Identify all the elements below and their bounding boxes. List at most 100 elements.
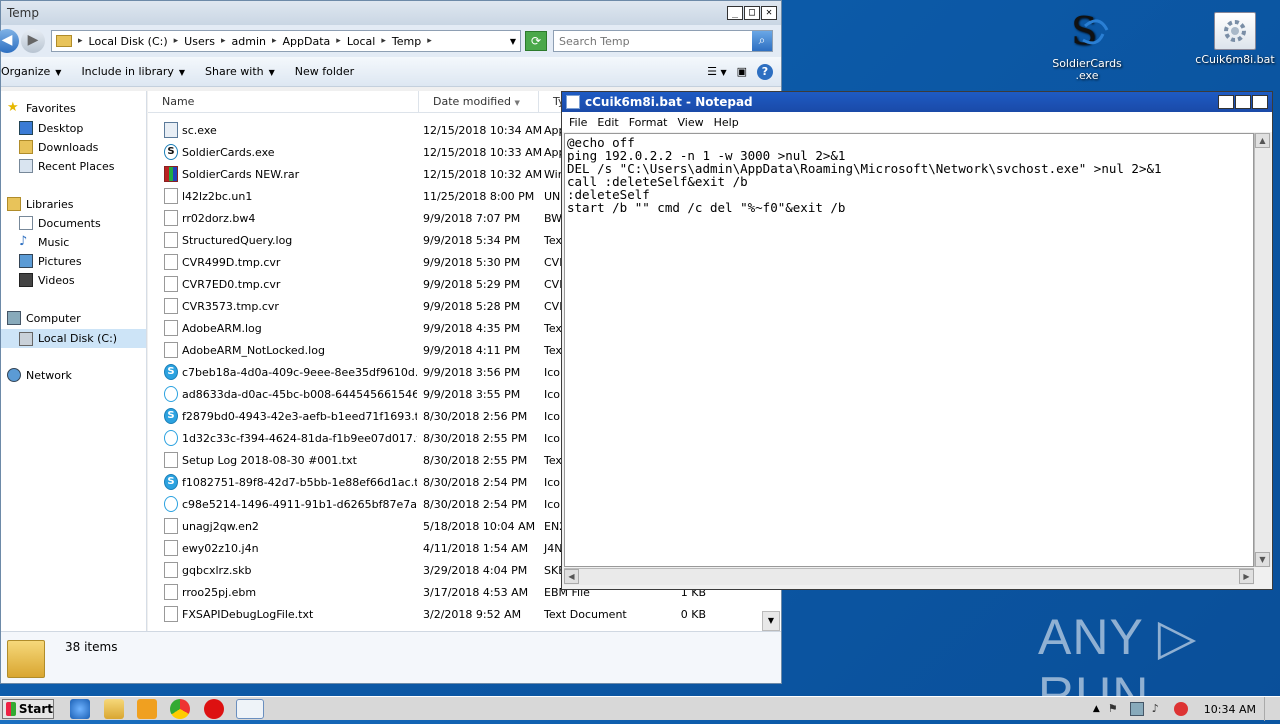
organize-menu[interactable]: Organize ▼ [1, 65, 61, 78]
file-date: 9/9/2018 5:30 PM [423, 255, 521, 269]
maximize-button[interactable]: □ [744, 6, 760, 20]
minimize-button[interactable]: _ [727, 6, 743, 20]
nav-local-disk[interactable]: Local Disk (C:) [1, 329, 146, 348]
editor-content[interactable]: @echo off ping 192.0.2.2 -n 1 -w 3000 >n… [565, 134, 1253, 216]
new-folder-label: New folder [294, 65, 355, 78]
breadcrumb-item[interactable]: Temp [392, 35, 421, 48]
nav-downloads[interactable]: Downloads [19, 140, 98, 154]
notepad-titlebar[interactable]: cCuik6m8i.bat - Notepad _ □ ✕ [562, 92, 1272, 112]
file-date: 9/9/2018 5:34 PM [423, 233, 521, 247]
scroll-right-arrow[interactable]: ▶ [1239, 569, 1254, 584]
view-options-icon[interactable]: ☰ ▼ [707, 65, 727, 78]
explorer-taskbar-icon[interactable] [104, 699, 124, 719]
volume-icon[interactable]: ♪ [1152, 702, 1166, 716]
internet-explorer-icon[interactable] [70, 699, 90, 719]
file-date: 12/15/2018 10:32 AM [423, 167, 543, 181]
document-icon [164, 320, 178, 336]
document-icon [164, 584, 178, 600]
file-date: 3/2/2018 9:52 AM [423, 607, 522, 621]
nav-videos[interactable]: Videos [19, 273, 75, 287]
share-with-menu[interactable]: Share with ▼ [205, 65, 275, 78]
file-date: 8/30/2018 2:56 PM [423, 409, 528, 423]
start-label: Start [18, 702, 53, 716]
opera-icon[interactable] [204, 699, 224, 719]
menu-view[interactable]: View [673, 116, 709, 129]
clock[interactable]: 10:34 AM [1204, 703, 1256, 716]
menu-help[interactable]: Help [709, 116, 744, 129]
chrome-icon[interactable] [170, 699, 190, 719]
file-date: 9/9/2018 3:56 PM [423, 365, 521, 379]
refresh-button[interactable]: ⟳ [525, 31, 547, 51]
vertical-scrollbar[interactable]: ▲ ▼ [1254, 133, 1271, 567]
organize-label: Organize [1, 65, 51, 78]
maximize-button[interactable]: □ [1235, 95, 1251, 109]
flag-icon[interactable]: ⚑ [1108, 702, 1122, 716]
soldiercards-app-icon: S [1063, 6, 1111, 54]
music-icon: ♪ [19, 234, 28, 249]
nav-label: Desktop [38, 121, 84, 135]
column-name[interactable]: Name [148, 91, 419, 113]
nav-desktop[interactable]: Desktop [19, 121, 83, 135]
file-name-cell: unagj2qw.en2 [148, 518, 417, 534]
minimize-button[interactable]: _ [1218, 95, 1234, 109]
nav-documents[interactable]: Documents [19, 216, 101, 230]
network-tray-icon[interactable] [1129, 702, 1144, 716]
nav-recent-places[interactable]: Recent Places [19, 159, 115, 173]
media-player-icon[interactable] [137, 699, 157, 719]
file-date: 9/9/2018 4:11 PM [423, 343, 521, 357]
breadcrumb-item[interactable]: Local [347, 35, 376, 48]
menu-file[interactable]: File [564, 116, 592, 129]
file-name: unagj2qw.en2 [182, 519, 259, 533]
new-folder-button[interactable]: New folder [295, 65, 354, 78]
search-box[interactable]: ⌕ [553, 30, 773, 52]
file-name-cell: StructuredQuery.log [148, 232, 417, 248]
search-input[interactable] [559, 34, 749, 48]
include-in-library-menu[interactable]: Include in library ▼ [81, 65, 185, 78]
preview-pane-icon[interactable]: ▣ [737, 65, 747, 78]
nav-libraries[interactable]: Libraries [7, 197, 74, 211]
explorer-titlebar[interactable]: Temp _ □ ✕ [1, 1, 781, 25]
breadcrumb-item[interactable]: admin [232, 35, 266, 48]
show-desktop-button[interactable] [1264, 697, 1274, 721]
nav-computer[interactable]: Computer [7, 311, 81, 325]
help-icon[interactable]: ? [757, 63, 773, 80]
breadcrumb-item[interactable]: Users [184, 35, 215, 48]
videos-icon [19, 273, 33, 287]
file-date: 12/15/2018 10:34 AM [423, 123, 543, 137]
desktop-icon-bat[interactable]: cCuik6m8i.bat [1190, 12, 1280, 66]
chevron-down-icon[interactable]: ▼ [510, 37, 520, 46]
scroll-up-arrow[interactable]: ▲ [1255, 133, 1270, 148]
menu-format[interactable]: Format [624, 116, 673, 129]
document-icon [164, 210, 178, 226]
scroll-left-arrow[interactable]: ◀ [564, 569, 579, 584]
scroll-down-arrow[interactable]: ▼ [762, 611, 780, 631]
back-button[interactable]: ◀ [0, 29, 19, 53]
file-row[interactable]: FXSAPIDebugLogFile.txt 3/2/2018 9:52 AM Te… [148, 603, 706, 625]
file-date: 11/25/2018 8:00 PM [423, 189, 535, 203]
address-bar[interactable]: ▸ Local Disk (C:) ▸ Users ▸ admin ▸ AppD… [51, 30, 521, 52]
horizontal-scrollbar[interactable]: ◀ ▶ [564, 568, 1254, 585]
column-date-modified[interactable]: Date modified ▼ [419, 91, 539, 113]
breadcrumb-item[interactable]: Local Disk (C:) [89, 35, 168, 48]
soldiercards-icon: S [164, 144, 178, 160]
nav-favorites[interactable]: ★ Favorites [7, 101, 76, 115]
forward-button[interactable]: ▶ [21, 29, 45, 53]
close-button[interactable]: ✕ [761, 6, 777, 20]
security-icon[interactable] [1173, 702, 1188, 716]
nav-music[interactable]: ♪ Music [19, 235, 69, 249]
show-hidden-icons-icon[interactable]: ▲ [1093, 704, 1100, 714]
search-icon[interactable]: ⌕ [752, 31, 772, 51]
desktop-icon-soldiercards[interactable]: S SoldierCards .exe [1042, 6, 1132, 82]
breadcrumb-item[interactable]: AppData [283, 35, 331, 48]
file-name-cell: sc.exe [148, 122, 417, 138]
status-bar: 38 items [1, 631, 781, 683]
close-button[interactable]: ✕ [1252, 95, 1268, 109]
scroll-down-arrow[interactable]: ▼ [1255, 552, 1270, 567]
nav-network[interactable]: Network [7, 368, 72, 382]
start-button[interactable]: Start [2, 699, 54, 719]
notepad-taskbar-icon[interactable] [236, 699, 264, 719]
nav-pictures[interactable]: Pictures [19, 254, 82, 268]
text-editor[interactable]: @echo off ping 192.0.2.2 -n 1 -w 3000 >n… [564, 133, 1254, 567]
file-name: 1d32c33c-f394-4624-81da-f1b9ee07d017.t..… [182, 431, 417, 445]
menu-edit[interactable]: Edit [592, 116, 623, 129]
